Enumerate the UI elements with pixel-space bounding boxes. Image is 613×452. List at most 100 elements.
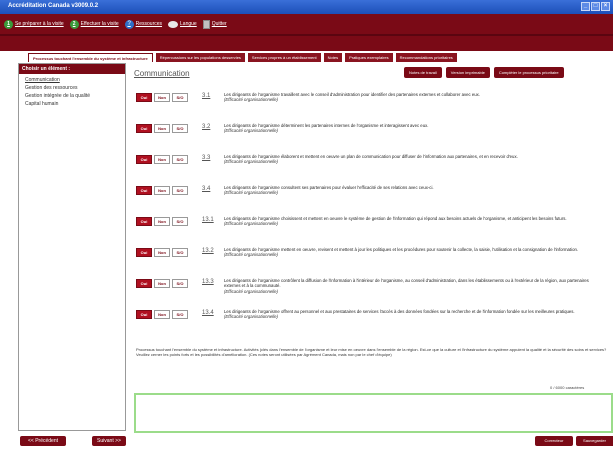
criterion-text: Les dirigeants de l'organisme mettent en…: [224, 247, 606, 258]
answer-na-button[interactable]: S/O: [172, 217, 188, 226]
next-button[interactable]: Suivant >>: [92, 436, 126, 446]
criteria-list: Oui Non S/O 3.1 Les dirigeants de l'orga…: [136, 87, 606, 335]
answer-na-button[interactable]: S/O: [172, 155, 188, 164]
step-1-icon: 1: [4, 19, 13, 29]
maximize-icon[interactable]: □: [591, 2, 600, 11]
toolbar-perform-visit[interactable]: 2 Effectuer la visite: [69, 19, 119, 29]
answer-yes-button[interactable]: Oui: [136, 248, 152, 257]
spellcheck-button[interactable]: Correcteur: [535, 436, 573, 446]
answer-yes-button[interactable]: Oui: [136, 124, 152, 133]
tab-best-practices[interactable]: Pratiques exemplaires: [345, 53, 393, 62]
answer-no-button[interactable]: Non: [154, 155, 170, 164]
toolbar-language[interactable]: Langue: [168, 20, 197, 28]
tab-notes[interactable]: Notes: [323, 53, 343, 62]
criterion-number[interactable]: 3.4: [202, 186, 210, 192]
criterion-row: Oui Non S/O 13.1 Les dirigeants de l'org…: [136, 211, 606, 242]
notes-textarea[interactable]: [134, 393, 613, 433]
criterion-dimension: (Efficacité organisationnelle): [224, 128, 278, 134]
section-tabs: Processus touchant l'ensemble du système…: [28, 53, 613, 62]
answer-no-button[interactable]: Non: [154, 310, 170, 319]
criterion-number[interactable]: 3.1: [202, 93, 210, 99]
sidebar-item-human-capital[interactable]: Capital humain: [19, 100, 125, 108]
char-counter: 0 / 6000 caractères: [550, 385, 585, 390]
main-toolbar: 1 Se préparer à la visite 2 Effectuer la…: [0, 14, 613, 36]
answer-yes-button[interactable]: Oui: [136, 155, 152, 164]
answer-yes-button[interactable]: Oui: [136, 217, 152, 226]
sidebar-item-quality[interactable]: Gestion intégrée de la qualité: [19, 92, 125, 100]
criterion-statement: Les dirigeants de l'organisme choisissen…: [224, 216, 567, 221]
save-button[interactable]: Sauvegarder: [576, 436, 613, 446]
answer-na-button[interactable]: S/O: [172, 310, 188, 319]
criterion-text: Les dirigeants de l'organisme travaillen…: [224, 92, 606, 103]
answer-no-button[interactable]: Non: [154, 279, 170, 288]
answer-na-button[interactable]: S/O: [172, 186, 188, 195]
page-title[interactable]: Communication: [134, 69, 190, 78]
criterion-text: Les dirigeants de l'organisme choisissen…: [224, 216, 606, 227]
tab-establishment-services[interactable]: Services propres à un établissement: [247, 53, 321, 62]
answer-na-button[interactable]: S/O: [172, 248, 188, 257]
window-title: Accréditation Canada v3009.0.2: [8, 3, 99, 9]
criterion-number[interactable]: 3.3: [202, 155, 210, 161]
window-titlebar: Accréditation Canada v3009.0.2 _ □ ×: [0, 0, 613, 14]
answer-group: Oui Non S/O: [136, 279, 188, 288]
answer-group: Oui Non S/O: [136, 217, 188, 226]
sidebar-item-communication[interactable]: Communication: [19, 76, 125, 84]
criterion-number[interactable]: 3.2: [202, 124, 210, 130]
criterion-dimension: (Efficacité organisationnelle): [224, 314, 278, 320]
toolbar-prepare-visit[interactable]: 1 Se préparer à la visite: [4, 19, 64, 29]
criterion-row: Oui Non S/O 3.4 Les dirigeants de l'orga…: [136, 180, 606, 211]
action-buttons: Notes de travail Version imprimable Comp…: [404, 67, 564, 78]
process-description: Processus touchant l'ensemble du système…: [136, 347, 607, 357]
answer-na-button[interactable]: S/O: [172, 93, 188, 102]
complete-process-button[interactable]: Compléter le processus prioritaire: [493, 67, 564, 78]
tab-populations[interactable]: Répercussions sur les populations desser…: [155, 53, 245, 62]
help-icon: ?: [124, 19, 134, 29]
answer-yes-button[interactable]: Oui: [136, 93, 152, 102]
minimize-icon[interactable]: _: [581, 2, 590, 11]
criterion-row: Oui Non S/O 3.2 Les dirigeants de l'orga…: [136, 118, 606, 149]
exit-door-icon: [202, 19, 210, 29]
toolbar-quit-label: Quitter: [211, 21, 227, 27]
criterion-number[interactable]: 13.2: [202, 248, 214, 254]
close-icon[interactable]: ×: [601, 2, 610, 11]
toolbar-resources-label: Ressources: [135, 21, 163, 27]
criterion-number[interactable]: 13.3: [202, 279, 214, 285]
printable-version-button[interactable]: Version imprimable: [445, 67, 490, 78]
criterion-dimension: (Efficacité organisationnelle): [224, 159, 278, 165]
answer-no-button[interactable]: Non: [154, 186, 170, 195]
criterion-text: Les dirigeants de l'organisme consultent…: [224, 185, 606, 196]
answer-no-button[interactable]: Non: [154, 93, 170, 102]
answer-no-button[interactable]: Non: [154, 248, 170, 257]
window-controls: _ □ ×: [581, 2, 610, 11]
criterion-dimension: (Efficacité organisationnelle): [224, 97, 278, 103]
criterion-number[interactable]: 13.1: [202, 217, 214, 223]
answer-yes-button[interactable]: Oui: [136, 279, 152, 288]
criterion-statement: Les dirigeants de l'organisme mettent en…: [224, 247, 579, 252]
answer-group: Oui Non S/O: [136, 93, 188, 102]
answer-yes-button[interactable]: Oui: [136, 310, 152, 319]
criterion-row: Oui Non S/O 13.4 Les dirigeants de l'org…: [136, 304, 606, 335]
answer-na-button[interactable]: S/O: [172, 279, 188, 288]
criterion-row: Oui Non S/O 3.3 Les dirigeants de l'orga…: [136, 149, 606, 180]
answer-na-button[interactable]: S/O: [172, 124, 188, 133]
criterion-dimension: (Efficacité organisationnelle): [224, 190, 278, 196]
sidebar-item-resources[interactable]: Gestion des ressources: [19, 84, 125, 92]
tab-priority-recommendations[interactable]: Recommandations prioritaires: [395, 53, 457, 62]
answer-yes-button[interactable]: Oui: [136, 186, 152, 195]
work-notes-button[interactable]: Notes de travail: [404, 67, 442, 78]
answer-group: Oui Non S/O: [136, 310, 188, 319]
answer-no-button[interactable]: Non: [154, 217, 170, 226]
toolbar-resources[interactable]: ? Ressources: [124, 19, 163, 29]
toolbar-prepare-visit-label: Se préparer à la visite: [15, 21, 64, 27]
tab-system-infrastructure[interactable]: Processus touchant l'ensemble du système…: [28, 53, 153, 62]
toolbar-perform-visit-label: Effectuer la visite: [80, 21, 119, 27]
step-2-icon: 2: [69, 19, 79, 29]
toolbar-quit[interactable]: Quitter: [202, 19, 227, 29]
criterion-dimension: (Efficacité organisationnelle): [224, 221, 278, 227]
previous-button[interactable]: << Précédent: [20, 436, 66, 446]
criterion-number[interactable]: 13.4: [202, 310, 214, 316]
criterion-dimension: (Efficacité organisationnelle): [224, 288, 278, 294]
answer-no-button[interactable]: Non: [154, 124, 170, 133]
criterion-row: Oui Non S/O 13.2 Les dirigeants de l'org…: [136, 242, 606, 273]
answer-group: Oui Non S/O: [136, 248, 188, 257]
